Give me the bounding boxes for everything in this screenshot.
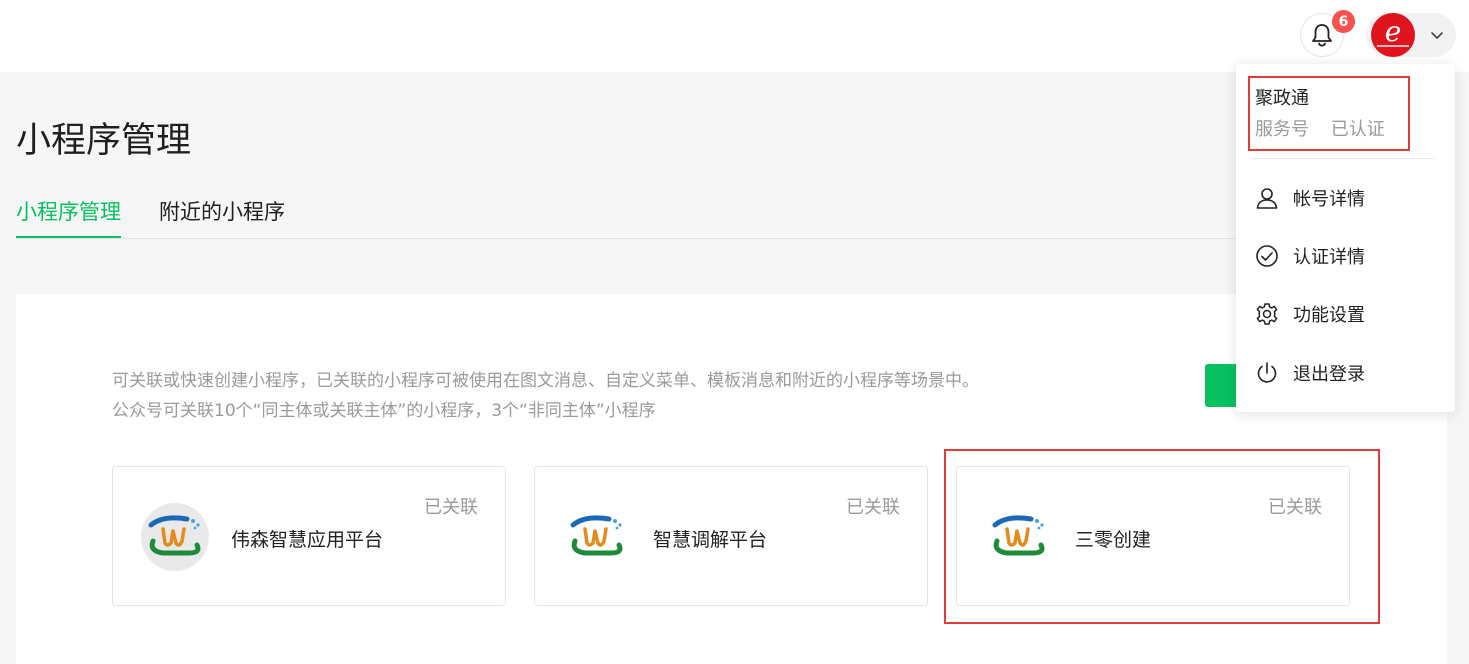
menu-item-label: 功能设置 bbox=[1293, 305, 1365, 326]
avatar: e bbox=[1371, 13, 1415, 57]
menu-item-logout[interactable]: 退出登录 bbox=[1255, 358, 1365, 388]
top-bar: 6 e bbox=[0, 0, 1469, 72]
mini-program-name: 智慧调解平台 bbox=[653, 529, 768, 551]
link-status: 已关联 bbox=[846, 497, 900, 518]
app-logo-icon bbox=[141, 503, 209, 571]
account-menu-toggle[interactable]: e bbox=[1366, 13, 1456, 57]
menu-item-account-details[interactable]: 帐号详情 bbox=[1255, 183, 1365, 213]
link-status: 已关联 bbox=[424, 497, 478, 518]
mini-program-name: 伟森智慧应用平台 bbox=[231, 529, 384, 551]
bell-icon bbox=[1312, 24, 1332, 47]
mini-program-card[interactable]: 已关联 伟森智慧应用平台 bbox=[112, 466, 506, 606]
menu-item-label: 认证详情 bbox=[1293, 247, 1365, 268]
power-icon bbox=[1257, 362, 1277, 383]
tab-bar: 小程序管理 附近的小程序 bbox=[16, 185, 1256, 239]
divider bbox=[1250, 158, 1435, 159]
page-title: 小程序管理 bbox=[16, 121, 192, 161]
notification-badge: 6 bbox=[1330, 8, 1357, 35]
card-highlight-box bbox=[944, 449, 1380, 624]
description-line-1: 可关联或快速创建小程序，已关联的小程序可被使用在图文消息、自定义菜单、模板消息和… bbox=[112, 371, 979, 391]
description: 可关联或快速创建小程序，已关联的小程序可被使用在图文消息、自定义菜单、模板消息和… bbox=[112, 366, 979, 426]
menu-item-label: 退出登录 bbox=[1293, 364, 1365, 385]
check-circle-icon bbox=[1256, 245, 1278, 267]
tab-mini-program-management[interactable]: 小程序管理 bbox=[16, 196, 121, 238]
account-info-highlight-box bbox=[1248, 76, 1410, 151]
app-logo-icon bbox=[563, 503, 631, 571]
gear-icon bbox=[1256, 303, 1278, 325]
menu-item-label: 帐号详情 bbox=[1293, 189, 1365, 210]
avatar-logo-icon: e bbox=[1384, 15, 1402, 48]
menu-item-function-settings[interactable]: 功能设置 bbox=[1255, 299, 1365, 329]
mini-program-card[interactable]: 已关联 智慧调解平台 bbox=[534, 466, 928, 606]
description-line-2: 公众号可关联10个“同主体或关联主体”的小程序，3个“非同主体”小程序 bbox=[112, 401, 656, 421]
menu-item-verification-details[interactable]: 认证详情 bbox=[1255, 241, 1365, 271]
user-icon bbox=[1256, 188, 1278, 209]
chevron-down-icon bbox=[1431, 32, 1443, 39]
tab-nearby-mini-programs[interactable]: 附近的小程序 bbox=[159, 196, 285, 226]
